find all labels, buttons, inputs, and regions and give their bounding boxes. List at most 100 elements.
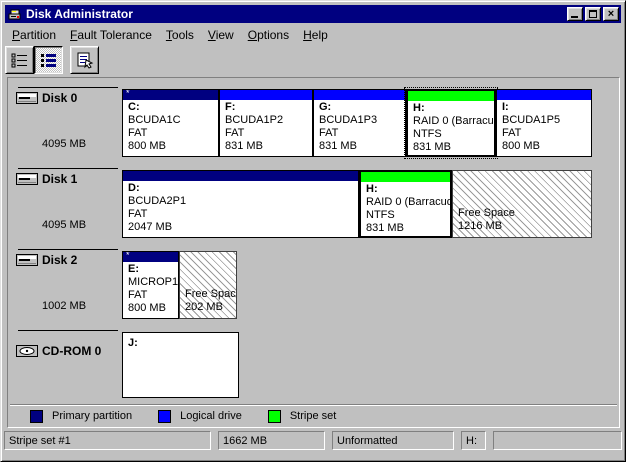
partition-size: 800 MB bbox=[502, 140, 540, 152]
disk-icon bbox=[16, 253, 38, 271]
volume-label: BCUDA1P2 bbox=[225, 114, 284, 126]
volumes-view-button[interactable] bbox=[34, 46, 63, 74]
free-space-region[interactable]: Free Spac 202 MB bbox=[179, 251, 237, 319]
disk-size: 1002 MB bbox=[42, 300, 87, 312]
disk-icon bbox=[16, 91, 38, 109]
app-icon bbox=[7, 6, 23, 22]
toolbar bbox=[5, 46, 99, 75]
filesystem-label: FAT bbox=[128, 208, 148, 220]
partition-info: E: MICROP1 FAT 800 MB bbox=[123, 262, 178, 315]
free-space-label: Free Space 1216 MB bbox=[458, 207, 515, 232]
partition-info: I: BCUDA1P5 FAT 800 MB bbox=[497, 100, 591, 153]
volume-label: RAID 0 (Barracud bbox=[366, 196, 452, 208]
legend-label: Logical drive bbox=[180, 410, 242, 422]
drive-letter: H: bbox=[366, 183, 378, 195]
free-space-label: Free Spac 202 MB bbox=[185, 288, 236, 313]
legend-item-logical: Logical drive bbox=[158, 409, 242, 423]
partition-color-bar bbox=[220, 90, 312, 100]
status-panel-4 bbox=[493, 431, 622, 450]
disk-administrator-window: Disk Administrator × Partition Fault Tole… bbox=[0, 0, 626, 462]
list-filled-icon bbox=[41, 54, 56, 67]
legend-label: Stripe set bbox=[289, 410, 337, 422]
disk-size: 4095 MB bbox=[42, 138, 87, 150]
partition-info: D: BCUDA2P1 FAT 2047 MB bbox=[123, 181, 358, 234]
volume-label: RAID 0 (Barracud bbox=[413, 115, 496, 127]
disk-icon bbox=[16, 172, 38, 190]
volume-label: BCUDA2P1 bbox=[128, 195, 187, 207]
partition-region-g[interactable]: G: BCUDA1P3 FAT 831 MB bbox=[313, 89, 406, 157]
partition-size: 831 MB bbox=[413, 141, 451, 153]
properties-button[interactable] bbox=[70, 46, 99, 74]
filesystem-label: NTFS bbox=[366, 209, 395, 221]
volume-label: BCUDA1C bbox=[128, 114, 181, 126]
status-panel-0: Stripe set #1 bbox=[4, 431, 211, 450]
legend-swatch-logical bbox=[158, 409, 172, 423]
disk-label: Disk 0 bbox=[42, 91, 78, 105]
menu-item-options[interactable]: Options bbox=[241, 26, 296, 44]
partition-region-h[interactable]: H: RAID 0 (Barracud NTFS 831 MB bbox=[359, 170, 452, 238]
disk-chart: Disk 0 4095 MB * C: BCUDA1C FAT 800 MB F: BCUDA1… bbox=[8, 78, 619, 427]
window-title: Disk Administrator bbox=[26, 7, 133, 21]
status-panel-3: H: bbox=[461, 431, 486, 450]
free-space-region[interactable]: Free Space 1216 MB bbox=[452, 170, 592, 238]
partition-size: 2047 MB bbox=[128, 221, 173, 233]
filesystem-label: NTFS bbox=[413, 128, 442, 140]
legend-label: Primary partition bbox=[52, 410, 133, 422]
status-panel-2: Unformatted bbox=[332, 431, 454, 450]
filesystem-label: FAT bbox=[225, 127, 245, 139]
status-panel-1: 1662 MB bbox=[218, 431, 325, 450]
drive-letter: E: bbox=[128, 263, 139, 275]
disk-row-separator bbox=[18, 249, 118, 250]
menu-item-view[interactable]: View bbox=[201, 26, 241, 44]
cdrom-icon bbox=[16, 344, 38, 362]
maximize-icon bbox=[589, 10, 597, 18]
partition-region-e[interactable]: * E: MICROP1 FAT 800 MB bbox=[122, 251, 179, 319]
partition-color-bar bbox=[361, 172, 450, 182]
partition-region-d[interactable]: D: BCUDA2P1 FAT 2047 MB bbox=[122, 170, 359, 238]
filesystem-label: FAT bbox=[128, 289, 148, 301]
drive-letter: G: bbox=[319, 101, 332, 113]
partition-color-bar bbox=[408, 91, 494, 101]
properties-icon bbox=[77, 52, 93, 69]
disk-label: CD-ROM 0 bbox=[42, 344, 102, 358]
volume-label: MICROP1 bbox=[128, 276, 179, 288]
partition-info: H: RAID 0 (Barracud NTFS 831 MB bbox=[361, 182, 450, 235]
drive-letter: H: bbox=[413, 102, 425, 114]
partition-size: 831 MB bbox=[225, 140, 263, 152]
drive-letter: D: bbox=[128, 182, 140, 194]
menu-item-fault-tolerance[interactable]: Fault Tolerance bbox=[63, 26, 159, 44]
drive-letter: J: bbox=[128, 337, 138, 349]
drive-letter: F: bbox=[225, 101, 236, 113]
minimize-button[interactable] bbox=[567, 7, 583, 21]
partition-region-c[interactable]: * C: BCUDA1C FAT 800 MB bbox=[122, 89, 219, 157]
menu-item-partition[interactable]: Partition bbox=[5, 26, 63, 44]
partition-region-j[interactable]: J: bbox=[122, 332, 239, 398]
legend-swatch-primary bbox=[30, 409, 43, 423]
disk-label: Disk 1 bbox=[42, 172, 78, 186]
drive-letter: C: bbox=[128, 101, 140, 113]
close-icon: × bbox=[607, 8, 615, 20]
maximize-button[interactable] bbox=[585, 7, 601, 21]
menu-bar: Partition Fault Tolerance Tools View Options… bbox=[5, 25, 621, 44]
list-outline-icon bbox=[11, 53, 27, 68]
minimize-icon bbox=[571, 16, 578, 18]
partition-color-bar bbox=[123, 171, 358, 181]
disk-label: Disk 2 bbox=[42, 253, 78, 267]
disk-row-separator bbox=[18, 330, 118, 331]
legend-item-stripe: Stripe set bbox=[267, 409, 337, 423]
partition-region-i[interactable]: I: BCUDA1P5 FAT 800 MB bbox=[496, 89, 592, 157]
partition-size: 800 MB bbox=[128, 302, 166, 314]
partition-size: 831 MB bbox=[319, 140, 357, 152]
menu-item-help[interactable]: Help bbox=[296, 26, 335, 44]
partition-region-h[interactable]: H: RAID 0 (Barracud NTFS 831 MB bbox=[404, 87, 498, 159]
disk-view-button[interactable] bbox=[5, 46, 34, 74]
partition-info: C: BCUDA1C FAT 800 MB bbox=[123, 100, 218, 153]
partition-region-f[interactable]: F: BCUDA1P2 FAT 831 MB bbox=[219, 89, 313, 157]
title-bar: Disk Administrator × bbox=[5, 5, 621, 23]
menu-item-tools[interactable]: Tools bbox=[159, 26, 201, 44]
volume-label: BCUDA1P5 bbox=[502, 114, 561, 126]
active-partition-mark: * bbox=[126, 89, 130, 98]
disk-row-separator bbox=[18, 168, 118, 169]
close-button[interactable]: × bbox=[603, 7, 619, 21]
disk-size: 4095 MB bbox=[42, 219, 87, 231]
